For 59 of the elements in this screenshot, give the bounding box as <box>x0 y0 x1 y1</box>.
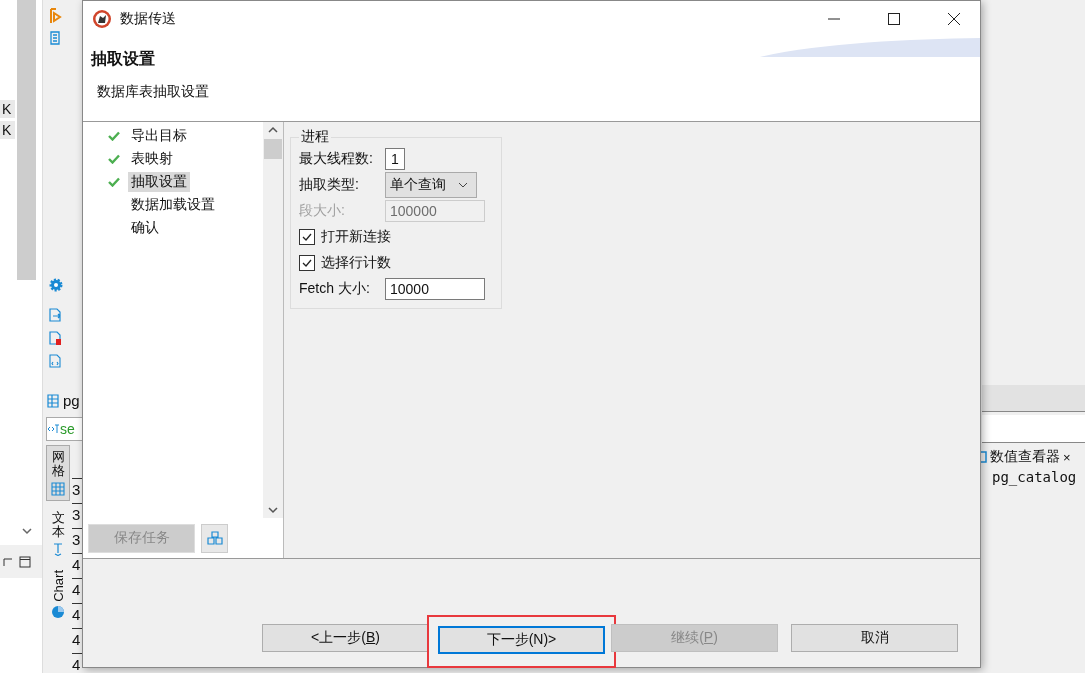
scroll-thumb[interactable] <box>17 0 36 280</box>
field-label: 段大小: <box>299 202 346 220</box>
editor-tab[interactable]: pg <box>47 392 80 409</box>
group-title: 进程 <box>300 128 330 146</box>
table-icon <box>47 393 59 408</box>
type-dropdown[interactable]: 单个查询 <box>385 172 477 198</box>
text-cursor-icon <box>47 424 60 434</box>
page-description: 数据库表抽取设置 <box>97 83 210 101</box>
value-text: pg_catalog <box>992 469 1077 485</box>
page-title: 抽取设置 <box>91 49 156 69</box>
chevron-down-icon[interactable] <box>22 528 32 535</box>
text-icon <box>52 542 64 557</box>
restore-icon[interactable] <box>3 556 13 567</box>
scrollbar[interactable] <box>263 122 283 518</box>
pie-chart-icon <box>51 605 65 619</box>
step-item[interactable]: 确认 <box>128 217 162 238</box>
field-label: Fetch 大小: <box>299 280 371 298</box>
field-label: 最大线程数: <box>299 150 374 168</box>
boxes-icon <box>206 531 223 545</box>
chevron-down-icon <box>458 182 468 188</box>
wizard-button[interactable]: <上一步(B) <box>262 624 429 652</box>
text-field[interactable] <box>982 415 1085 443</box>
close-icon[interactable] <box>947 12 961 26</box>
checkbox-label: 选择行计数 <box>321 254 391 272</box>
view-tab[interactable]: 文本 <box>46 506 70 561</box>
view-tab[interactable]: 网格 <box>46 445 70 501</box>
check-icon <box>301 231 313 243</box>
input-field[interactable]: 10000 <box>385 278 485 300</box>
document-icon[interactable] <box>49 31 61 45</box>
wizard-button[interactable]: 取消 <box>791 624 958 652</box>
table-cell: K <box>0 121 16 139</box>
export-button[interactable] <box>201 523 228 553</box>
maximize-icon[interactable] <box>887 12 901 26</box>
window-title: 数据传送 <box>120 10 176 28</box>
field-label: 抽取类型: <box>299 176 360 194</box>
app-logo-icon <box>92 9 112 29</box>
table-cell: K <box>0 100 16 118</box>
grid-icon <box>51 481 65 496</box>
checkbox-label: 打开新连接 <box>321 228 391 246</box>
gear-icon[interactable] <box>49 278 63 292</box>
step-item[interactable]: 抽取设置 <box>128 171 190 192</box>
play-icon[interactable] <box>49 8 63 24</box>
panel-icon <box>979 451 987 463</box>
file-code-icon[interactable] <box>49 354 61 368</box>
scroll-down-icon[interactable] <box>268 507 278 514</box>
step-item[interactable]: 数据加载设置 <box>128 194 218 215</box>
file-error-icon[interactable] <box>49 331 61 345</box>
scroll-up-icon[interactable] <box>268 126 278 133</box>
step-item[interactable]: 导出目标 <box>128 125 190 146</box>
view-tab[interactable]: Chart <box>46 566 70 623</box>
step-item[interactable]: 表映射 <box>128 148 176 169</box>
checkbox[interactable] <box>299 229 315 245</box>
checkbox[interactable] <box>299 255 315 271</box>
check-icon <box>301 257 313 269</box>
wizard-button[interactable]: 下一步(N)> <box>438 626 605 654</box>
maximize-icon[interactable] <box>19 555 31 568</box>
file-export-icon[interactable] <box>49 308 61 322</box>
scroll-thumb[interactable] <box>264 139 282 159</box>
input-field[interactable]: 1 <box>385 148 405 170</box>
